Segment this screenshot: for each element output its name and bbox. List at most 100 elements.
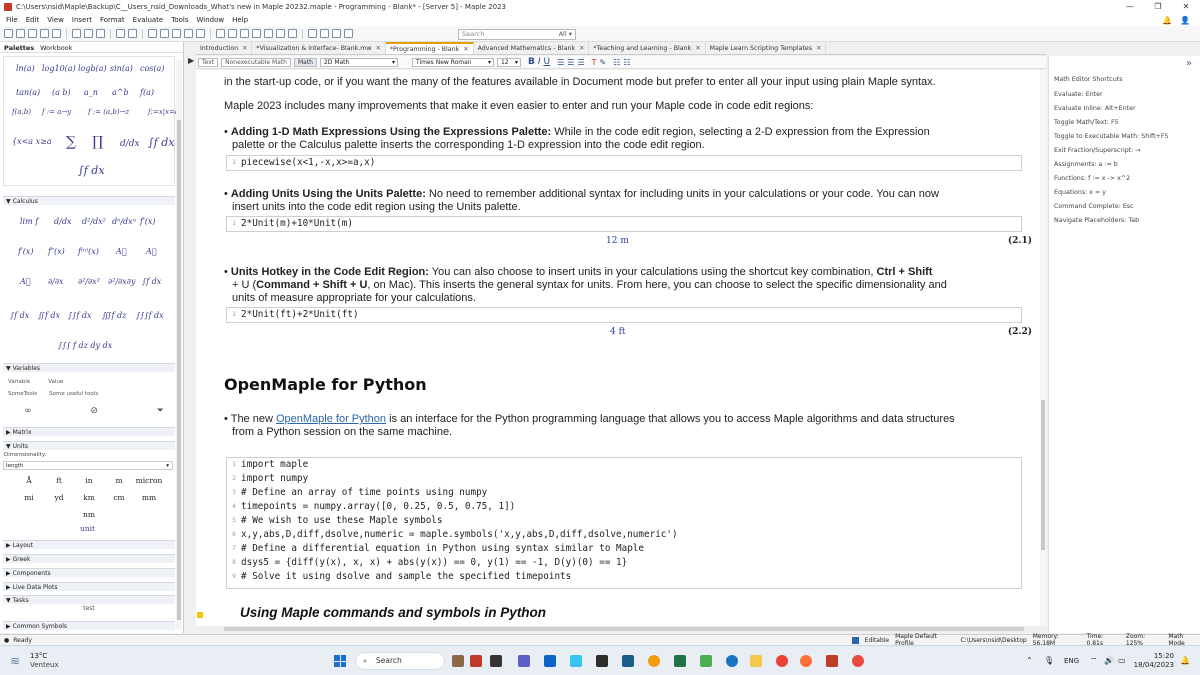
horizontal-scroll-thumb[interactable]: [224, 627, 1024, 631]
debug-icon[interactable]: [264, 29, 273, 38]
new-worksheet-icon[interactable]: [16, 29, 25, 38]
document-area[interactable]: in the start-up code, or if you want the…: [196, 70, 1044, 626]
stop-icon[interactable]: [276, 29, 285, 38]
palette-item-ln[interactable]: ln(a): [16, 64, 35, 73]
tasks-item-test[interactable]: test: [3, 605, 175, 612]
close-icon[interactable]: ✕: [695, 45, 700, 52]
unit-yd[interactable]: yd: [44, 493, 74, 502]
collapse-panel-icon[interactable]: »: [1186, 58, 1192, 69]
code-edit-region[interactable]: 1 piecewise(x<1,-x,x>=a,x): [226, 155, 1022, 171]
unit-nm[interactable]: nm: [74, 510, 104, 519]
chrome-icon[interactable]: [776, 655, 788, 667]
tab-introduction[interactable]: Introduction ✕: [196, 42, 253, 54]
notification-icon[interactable]: 🔔: [1180, 656, 1190, 665]
close-button[interactable]: ✕: [1172, 0, 1200, 14]
outlook-icon[interactable]: [544, 655, 556, 667]
unit-angstrom[interactable]: Å: [14, 476, 44, 485]
calculus-palette[interactable]: lim f d/dx d²/dx² dⁿ/dxⁿ f′(x) f′(x) f″(x) f⁽ⁿ…: [8, 206, 176, 356]
maple-leaf-icon[interactable]: [622, 655, 634, 667]
dimensionality-select[interactable]: length ▾: [3, 461, 173, 470]
code-edit-region[interactable]: 1 2*Unit(ft)+2*Unit(ft): [226, 307, 1022, 323]
app-icon-colorful[interactable]: [852, 655, 864, 667]
menu-file[interactable]: File: [6, 16, 18, 24]
firefox-icon[interactable]: [800, 655, 812, 667]
undo-icon[interactable]: [116, 29, 125, 38]
back-icon[interactable]: [216, 29, 225, 38]
code-edit-region[interactable]: 1 2*Unit(m)+10*Unit(m): [226, 216, 1022, 232]
palette-item-subscript[interactable]: a_n: [84, 88, 98, 97]
palette-item-binomial[interactable]: (a b): [52, 88, 71, 97]
palette-header-live-data-plots[interactable]: ▶ Live Data Plots: [3, 582, 175, 591]
section-marker-icon[interactable]: [197, 612, 203, 618]
unit-in[interactable]: in: [74, 476, 104, 485]
openmaple-link[interactable]: OpenMaple for Python: [276, 413, 386, 425]
numbered-list-icon[interactable]: ☷: [623, 58, 630, 67]
filter-icon[interactable]: ⏷: [157, 406, 164, 416]
taskbar-search[interactable]: ⌕ Search: [355, 652, 445, 670]
restart-icon[interactable]: [288, 29, 297, 38]
weather-icon[interactable]: ≋: [10, 654, 20, 668]
zoom-icon[interactable]: [332, 29, 341, 38]
python-code-region[interactable]: 1 import maple 2 import numpy 3 # Define an…: [226, 457, 1022, 589]
italic-icon[interactable]: I: [538, 57, 541, 67]
maximize-button[interactable]: ❐: [1144, 0, 1172, 14]
unit-ft[interactable]: ft: [44, 476, 74, 485]
tab-advanced-mathematics[interactable]: Advanced Mathematics - Blank ✕: [474, 42, 590, 54]
indent-icon[interactable]: [196, 29, 205, 38]
app-icon-black[interactable]: [596, 655, 608, 667]
insert-text-icon[interactable]: [160, 29, 169, 38]
save-icon[interactable]: [40, 29, 49, 38]
zoom-in-icon[interactable]: [308, 29, 317, 38]
palette-item-eval-at[interactable]: f:=x|x=a: [148, 108, 179, 116]
document-scroll-thumb[interactable]: [1041, 400, 1045, 550]
minimize-button[interactable]: —: [1116, 0, 1144, 14]
help-icon[interactable]: [344, 29, 353, 38]
search-scope-select[interactable]: All ▾: [559, 30, 572, 39]
redo-icon[interactable]: [128, 29, 137, 38]
forward-icon[interactable]: [228, 29, 237, 38]
new-document-icon[interactable]: [4, 29, 13, 38]
palette-header-units[interactable]: ▼ Units: [3, 441, 175, 450]
menu-window[interactable]: Window: [196, 16, 224, 24]
text-mode-button[interactable]: Text: [198, 57, 219, 67]
section-icon[interactable]: [184, 29, 193, 38]
excel-icon[interactable]: [674, 655, 686, 667]
bullet-list-icon[interactable]: ☷: [613, 58, 620, 67]
tab-maple-learn[interactable]: Maple Learn Scripting Templates ✕: [706, 42, 827, 54]
font-select[interactable]: Times New Roman ▾: [411, 57, 494, 67]
menu-format[interactable]: Format: [100, 16, 125, 24]
chevron-up-icon[interactable]: ⌃: [1026, 656, 1033, 665]
highlight-icon[interactable]: ✎: [600, 58, 607, 67]
language-indicator[interactable]: ENG: [1064, 657, 1079, 665]
math-mode-button[interactable]: Math: [293, 57, 317, 67]
close-icon[interactable]: ✕: [376, 45, 381, 52]
palette-header-components[interactable]: ▶ Components: [3, 568, 175, 577]
close-icon[interactable]: ✕: [463, 46, 468, 53]
app-icon-blue[interactable]: [726, 655, 738, 667]
unit-micron[interactable]: micron: [134, 476, 164, 485]
user-icon[interactable]: 👤: [1180, 16, 1190, 25]
insert-math-icon[interactable]: [172, 29, 181, 38]
print-icon[interactable]: [52, 29, 61, 38]
bold-icon[interactable]: B: [528, 57, 535, 67]
tab-teaching-learning[interactable]: *Teaching and Learning - Blank ✕: [589, 42, 706, 54]
palette-header-variables[interactable]: ▼ Variables: [3, 363, 175, 372]
palette-header-matrix[interactable]: ▶ Matrix: [3, 427, 175, 436]
document-scrollbar[interactable]: [1040, 70, 1046, 626]
palette-item-log10[interactable]: log10(a): [42, 64, 76, 73]
text-color-icon[interactable]: T: [592, 58, 597, 67]
palette-header-common-symbols[interactable]: ▶ Common Symbols: [3, 621, 175, 630]
bell-icon[interactable]: 🔔: [1162, 16, 1172, 25]
unit-cm[interactable]: cm: [104, 493, 134, 502]
palette-header-tasks[interactable]: ▼ Tasks: [3, 595, 175, 604]
tab-workbook[interactable]: Workbook: [40, 44, 72, 52]
palette-item-power[interactable]: a^b: [112, 88, 129, 97]
windows-start-icon[interactable]: [334, 655, 346, 667]
palette-item-arrow-function-2[interactable]: f := (a,b)→z: [88, 108, 129, 116]
weather-temp[interactable]: 13°C: [30, 652, 47, 660]
menu-evaluate[interactable]: Evaluate: [133, 16, 164, 24]
execute-all-icon[interactable]: [252, 29, 261, 38]
copy-icon[interactable]: [84, 29, 93, 38]
align-left-icon[interactable]: ☰: [557, 58, 564, 67]
editable-checkbox[interactable]: [852, 636, 859, 644]
